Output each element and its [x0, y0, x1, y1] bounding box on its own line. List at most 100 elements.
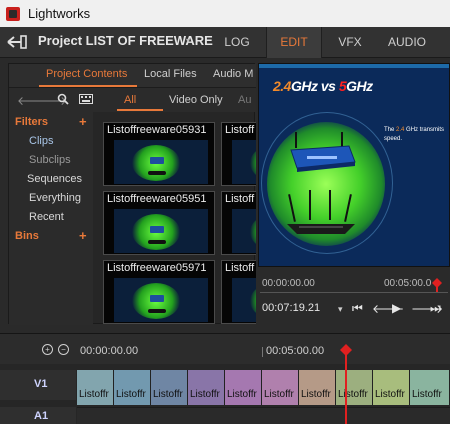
window-titlebar: Lightworks — [0, 0, 450, 27]
timeline-clip-name: Listoffr — [190, 389, 220, 400]
timeline-clip[interactable]: Listoffr — [114, 370, 151, 405]
filter-sequences[interactable]: Sequences — [27, 173, 82, 185]
viewer-scrub-bar[interactable] — [260, 292, 448, 293]
clip-color-band — [114, 370, 150, 388]
tab-vfx[interactable]: VFX — [330, 27, 370, 58]
bins-heading: Bins — [15, 230, 39, 242]
clip-thumbnail — [114, 278, 208, 322]
timeline-clip-name: Listoffr — [264, 389, 294, 400]
v1-track: Listoffr Listoffr Listoffr Listoffr List… — [77, 370, 450, 405]
tab-local-files[interactable]: Local Files — [144, 68, 197, 80]
play-icon[interactable]: ▶ — [392, 301, 401, 315]
timeline-clip[interactable]: Listoffr — [299, 370, 336, 405]
current-timecode[interactable]: 00:07:19.21 — [262, 302, 320, 314]
tab-audio[interactable]: AUDIO — [384, 27, 430, 58]
zoom-in-icon[interactable]: + — [42, 344, 53, 355]
filter-subclips[interactable]: Subclips — [29, 154, 71, 166]
filter-tab-all[interactable]: All — [124, 94, 136, 106]
project-menu-caret-icon[interactable]: ▾ — [186, 36, 190, 45]
clip-thumbnail — [114, 209, 208, 253]
go-to-end-icon[interactable]: ⏭ — [430, 301, 441, 316]
content-tabs: Project Contents Local Files Audio M — [9, 64, 256, 88]
timeline-clip[interactable]: Listoffr — [373, 370, 410, 405]
playhead-marker-icon[interactable] — [340, 344, 352, 356]
keyboard-icon[interactable] — [79, 94, 93, 104]
viewer-top-stripe — [259, 64, 449, 68]
router-black-icon — [287, 190, 355, 234]
filter-tab-audio[interactable]: Au — [238, 94, 251, 106]
timeline-clip[interactable]: Listoffr — [225, 370, 262, 405]
timeline-clip-name: Listoffr — [338, 389, 368, 400]
clip-tile[interactable]: Listoffreeware05951 — [103, 191, 215, 255]
viewer-frame-title: 2.4GHz vs 5GHz — [273, 78, 373, 94]
clip-tile[interactable]: Listoff — [221, 260, 256, 324]
exit-project-icon[interactable] — [6, 34, 28, 50]
track-label-v1[interactable]: V1 — [34, 378, 47, 390]
active-tab-indicator — [39, 85, 137, 87]
filter-active-indicator — [117, 109, 163, 111]
clip-color-band — [299, 370, 335, 388]
clip-tile[interactable]: Listoffreeware05971 — [103, 260, 215, 324]
clip-name: Listoff — [225, 124, 255, 136]
filters-heading: Filters — [15, 116, 49, 128]
viewer-start-timecode: 00:00:00.00 — [262, 278, 315, 289]
clip-name: Listoffreeware05931 — [107, 124, 207, 136]
clip-color-band — [262, 370, 298, 388]
filter-tab-video-only[interactable]: Video Only — [169, 94, 223, 106]
clip-name: Listoff — [225, 262, 255, 274]
ruler-mid-timecode: 00:05:00.00 — [266, 345, 325, 357]
filter-recent[interactable]: Recent — [29, 211, 64, 223]
timeline-playhead[interactable] — [345, 345, 347, 424]
clip-color-band — [410, 370, 449, 388]
timeline-clip-name: Listoffr — [301, 389, 331, 400]
clip-tile[interactable]: Listoff — [221, 191, 256, 255]
clip-grid: Listoffreeware05931 Listoff Listoffreewa… — [101, 120, 256, 325]
clip-name: Listoffreeware05971 — [107, 262, 207, 274]
tab-log[interactable]: LOG — [218, 27, 256, 58]
timeline-clip[interactable]: Listoffr — [77, 370, 114, 405]
timeline-ruler[interactable]: + − 00:00:00.00 00:05:00.00 — [0, 334, 450, 364]
tab-edit[interactable]: EDIT — [266, 27, 322, 58]
clip-color-band — [373, 370, 409, 388]
clip-thumbnail — [232, 140, 256, 184]
search-icon[interactable] — [57, 93, 69, 105]
clip-name: Listoff — [225, 193, 255, 205]
clip-color-band — [225, 370, 261, 388]
clip-thumbnail — [232, 278, 256, 322]
viewer-playhead-marker-icon[interactable] — [432, 278, 442, 292]
viewer-mid-timecode: 00:05:00.0 — [384, 278, 432, 289]
clip-name: Listoffreeware05951 — [107, 193, 207, 205]
project-toolbar: Project LIST OF FREEWARE ▾ LOG EDIT VFX … — [0, 27, 450, 58]
window-title: Lightworks — [28, 6, 91, 21]
clip-color-band — [336, 370, 372, 388]
timeline-clip-name: Listoffr — [79, 389, 109, 400]
clip-tile[interactable]: Listoffreeware05931 — [103, 122, 215, 186]
viewer-transport: 00:00:00.00 00:05:00.0 00:07:19.21 ▾ ⏮ 🡐… — [258, 267, 450, 324]
timeline-clip[interactable]: Listoffr — [262, 370, 299, 405]
timeline-clip-name: Listoffr — [412, 389, 442, 400]
add-filter-icon[interactable]: + — [79, 114, 87, 129]
clip-tile[interactable]: Listoff — [221, 122, 256, 186]
tab-audio-network[interactable]: Audio M — [213, 68, 253, 80]
timecode-menu-icon[interactable]: ▾ — [338, 304, 343, 315]
viewer-frame-caption: The 2.4 GHz transmits speed. — [384, 127, 445, 142]
timeline-clip-name: Listoffr — [375, 389, 405, 400]
timeline-clip[interactable]: Listoffr — [336, 370, 373, 405]
timeline-clip[interactable]: Listoffr — [188, 370, 225, 405]
filter-clips[interactable]: Clips — [29, 135, 53, 147]
source-viewer[interactable]: 2.4GHz vs 5GHz The 2.4 GHz transmits spe… — [258, 63, 450, 267]
timeline-clip-name: Listoffr — [153, 389, 183, 400]
a1-track — [77, 407, 450, 424]
filter-everything[interactable]: Everything — [29, 192, 81, 204]
zoom-out-icon[interactable]: − — [58, 344, 69, 355]
timeline-clip[interactable]: Listoffr — [151, 370, 188, 405]
track-label-a1[interactable]: A1 — [34, 410, 48, 422]
lightworks-logo-icon — [6, 6, 20, 21]
timeline-clip[interactable]: Listoffr — [410, 370, 450, 405]
timeline-panel: + − 00:00:00.00 00:05:00.00 V1 A1 Listof… — [0, 333, 450, 424]
add-bin-icon[interactable]: + — [79, 228, 87, 243]
go-to-start-icon[interactable]: ⏮ — [352, 301, 363, 316]
tab-project-contents[interactable]: Project Contents — [46, 68, 127, 80]
ruler-tick — [262, 347, 263, 357]
router-blue-icon — [290, 132, 356, 172]
